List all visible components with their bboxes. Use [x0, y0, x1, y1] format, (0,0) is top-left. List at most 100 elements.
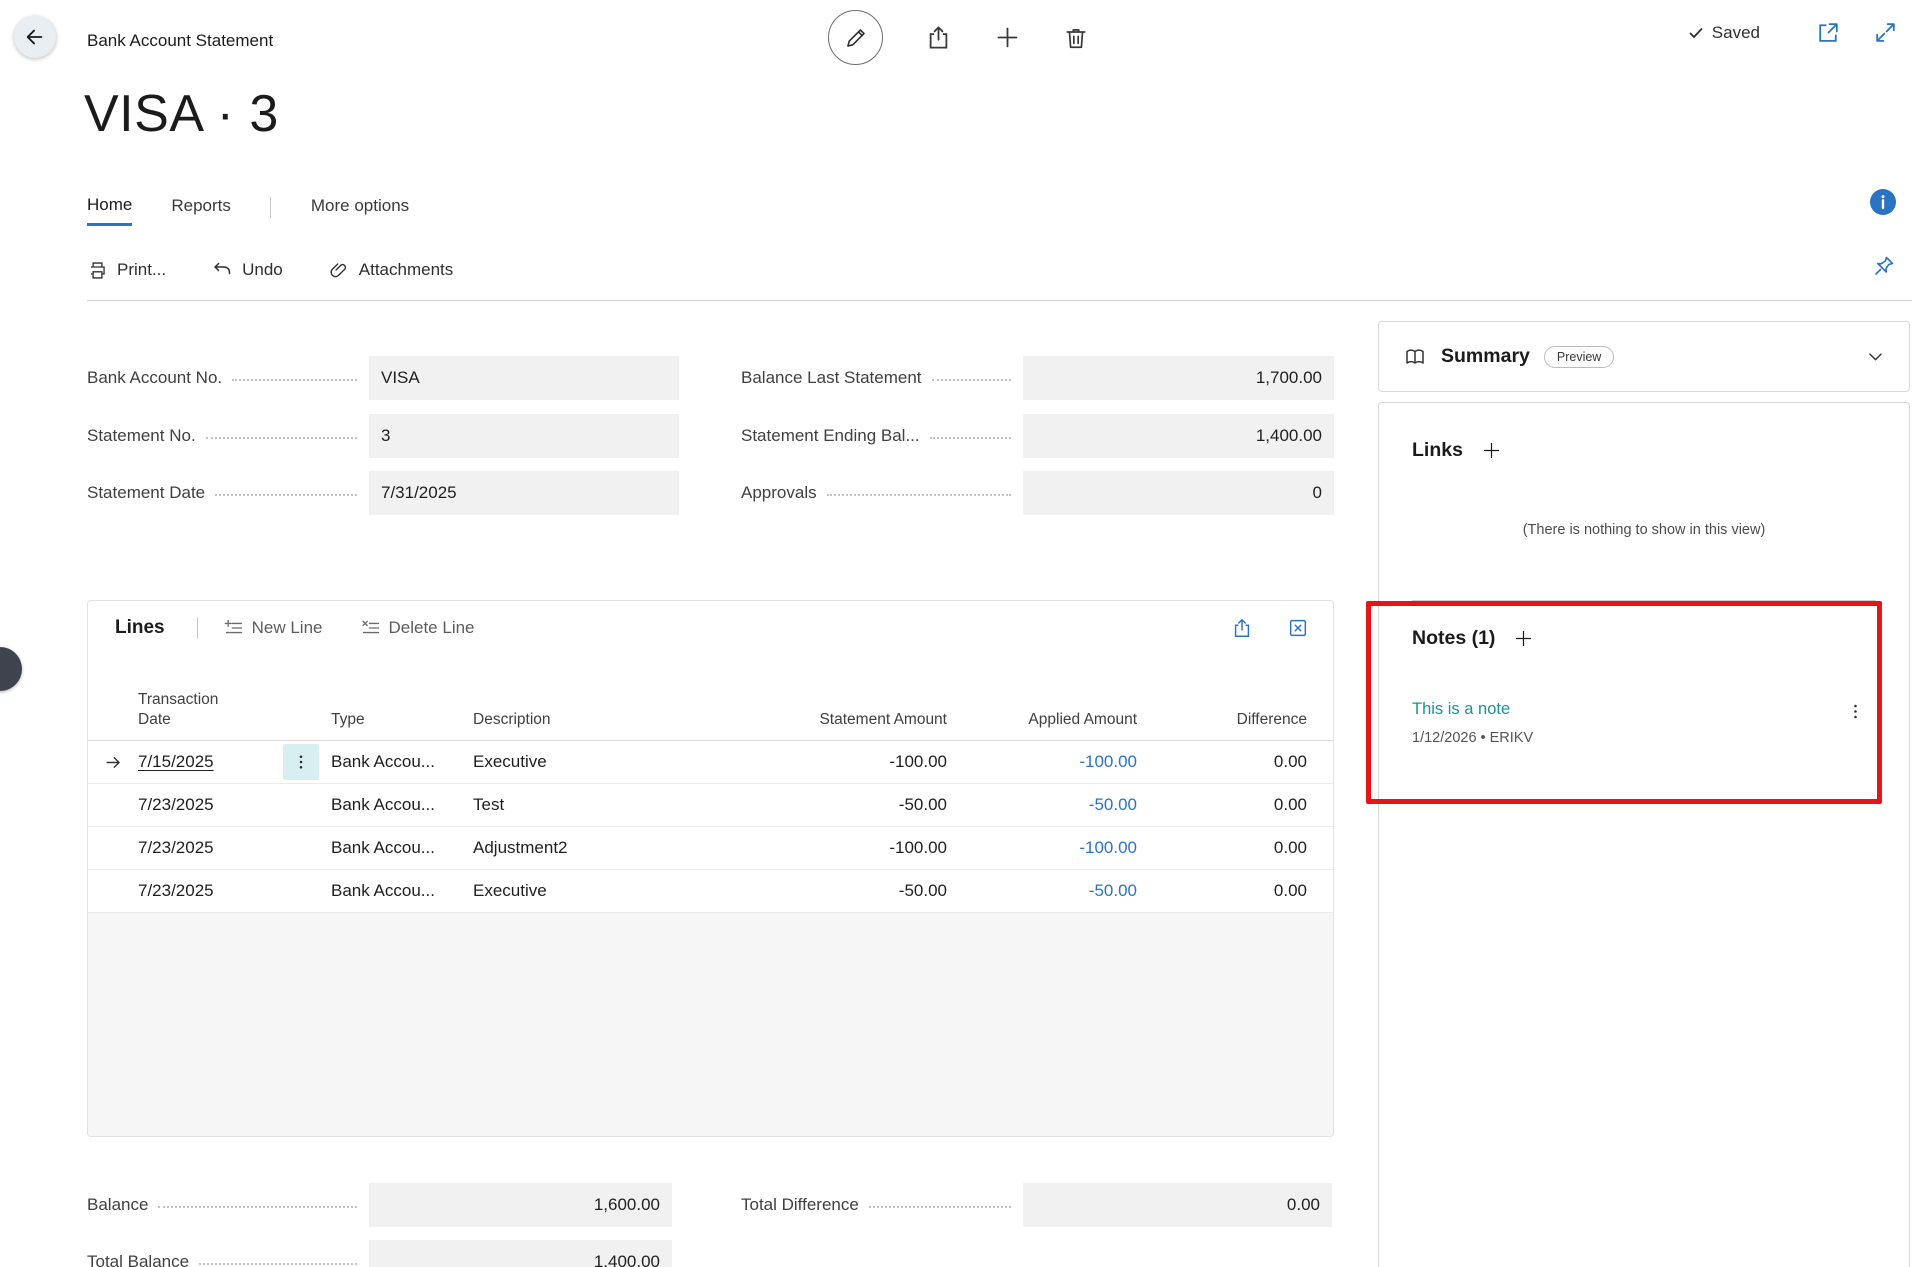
- column-statement-amount[interactable]: Statement Amount: [677, 710, 947, 730]
- transaction-date-cell[interactable]: 7/23/2025: [138, 881, 278, 901]
- save-status: Saved: [1688, 23, 1760, 43]
- description-cell[interactable]: Executive: [471, 752, 677, 772]
- vertical-ellipsis-icon: [1846, 702, 1865, 721]
- transaction-date-cell[interactable]: 7/23/2025: [138, 795, 278, 815]
- column-type[interactable]: Type: [323, 710, 471, 730]
- attachments-button[interactable]: Attachments: [329, 260, 454, 281]
- applied-amount-cell[interactable]: -50.00: [947, 881, 1137, 901]
- undo-button[interactable]: Undo: [212, 260, 283, 281]
- field-total-difference: Total Difference 0.00: [741, 1183, 1332, 1227]
- printer-icon: [87, 260, 108, 281]
- description-cell[interactable]: Test: [471, 795, 677, 815]
- description-cell[interactable]: Adjustment2: [471, 838, 677, 858]
- breadcrumb: Bank Account Statement: [87, 31, 274, 50]
- bank-account-no-input[interactable]: VISA: [369, 356, 679, 400]
- table-row[interactable]: 7/23/2025 Bank Accou... Executive -50.00…: [88, 870, 1333, 913]
- column-description[interactable]: Description: [471, 710, 677, 730]
- popout-icon: [1816, 20, 1841, 45]
- statement-date-input[interactable]: 7/31/2025: [369, 471, 679, 515]
- transaction-date-cell[interactable]: 7/15/2025: [138, 752, 278, 772]
- applied-amount-cell[interactable]: -100.00: [947, 752, 1137, 772]
- difference-cell[interactable]: 0.00: [1137, 752, 1307, 772]
- print-button[interactable]: Print...: [87, 260, 166, 281]
- new-line-icon: [224, 618, 244, 638]
- edit-button[interactable]: [828, 10, 883, 65]
- statement-amount-cell[interactable]: -50.00: [677, 881, 947, 901]
- add-link-button[interactable]: [1481, 440, 1502, 461]
- table-row[interactable]: 7/23/2025 Bank Accou... Adjustment2 -100…: [88, 827, 1333, 870]
- balance-last-statement-input[interactable]: 1,700.00: [1023, 356, 1334, 400]
- new-button[interactable]: [994, 24, 1021, 51]
- column-difference[interactable]: Difference: [1137, 710, 1307, 730]
- field-balance-last-statement: Balance Last Statement 1,700.00: [741, 356, 1334, 400]
- share-button[interactable]: [925, 24, 952, 51]
- description-cell[interactable]: Executive: [471, 881, 677, 901]
- open-in-excel-button[interactable]: [1287, 617, 1309, 639]
- checkmark-icon: [1688, 25, 1704, 41]
- open-in-excel-icon: [1287, 617, 1309, 639]
- column-transaction-date[interactable]: Transaction Date: [138, 690, 238, 730]
- field-approvals: Approvals 0: [741, 471, 1334, 515]
- delete-button[interactable]: [1063, 25, 1089, 51]
- table-row[interactable]: 7/15/2025 Bank Accou... Executive -100.0…: [88, 741, 1333, 784]
- new-line-button[interactable]: New Line: [224, 618, 323, 638]
- field-label: Balance: [87, 1195, 149, 1214]
- type-cell[interactable]: Bank Accou...: [323, 838, 471, 858]
- tab-home[interactable]: Home: [87, 189, 133, 226]
- action-bar-divider: [87, 300, 1912, 301]
- delete-line-label: Delete Line: [388, 618, 475, 637]
- attachments-label: Attachments: [358, 260, 454, 279]
- total-difference-value: 0.00: [1023, 1183, 1332, 1227]
- field-label: Approvals: [741, 483, 817, 502]
- applied-amount-cell[interactable]: -100.00: [947, 838, 1137, 858]
- plus-icon: [994, 24, 1021, 51]
- difference-cell[interactable]: 0.00: [1137, 838, 1307, 858]
- column-statement-amount-label: Statement Amount: [819, 710, 947, 728]
- open-in-new-window-button[interactable]: [1816, 20, 1841, 45]
- approvals-value[interactable]: 0: [1023, 471, 1334, 515]
- summary-icon: [1403, 345, 1427, 369]
- note-body: This is a note 1/12/2026 • ERIKV: [1412, 700, 1533, 746]
- delete-line-button[interactable]: Delete Line: [361, 618, 475, 638]
- factbox-pane: Links (There is nothing to show in this …: [1378, 402, 1910, 1267]
- back-button[interactable]: [14, 16, 56, 58]
- field-label: Statement Date: [87, 483, 206, 502]
- column-applied-amount[interactable]: Applied Amount: [947, 710, 1137, 730]
- undo-icon: [212, 260, 233, 281]
- difference-cell[interactable]: 0.00: [1137, 795, 1307, 815]
- statement-ending-balance-input[interactable]: 1,400.00: [1023, 414, 1334, 458]
- links-section-header: Links: [1412, 439, 1876, 462]
- difference-cell[interactable]: 0.00: [1137, 881, 1307, 901]
- statement-amount-cell[interactable]: -100.00: [677, 752, 947, 772]
- field-label: Bank Account No.: [87, 368, 223, 387]
- expand-page-button[interactable]: [1873, 20, 1898, 45]
- type-cell[interactable]: Bank Accou...: [323, 752, 471, 772]
- row-options-button[interactable]: [282, 744, 319, 780]
- dot-leader: [158, 1206, 357, 1208]
- info-button[interactable]: [1870, 189, 1896, 215]
- applied-amount-cell[interactable]: -50.00: [947, 795, 1137, 815]
- pencil-icon: [844, 26, 868, 50]
- statement-no-input[interactable]: 3: [369, 414, 679, 458]
- summary-expand-button[interactable]: [1866, 347, 1885, 366]
- transaction-date-cell[interactable]: 7/23/2025: [138, 838, 278, 858]
- tab-more-options[interactable]: More options: [311, 190, 409, 224]
- dot-leader: [199, 1263, 357, 1265]
- note-options-button[interactable]: [1846, 702, 1865, 721]
- type-cell[interactable]: Bank Accou...: [323, 795, 471, 815]
- tab-reports[interactable]: Reports: [171, 190, 231, 224]
- expand-icon: [1873, 20, 1898, 45]
- note-link[interactable]: This is a note: [1412, 700, 1510, 719]
- page-toolbar: [828, 10, 1089, 65]
- add-note-button[interactable]: [1513, 628, 1534, 649]
- left-edge-handle[interactable]: [0, 647, 22, 691]
- save-status-label: Saved: [1711, 22, 1760, 42]
- statement-amount-cell[interactable]: -50.00: [677, 795, 947, 815]
- summary-title: Summary: [1441, 345, 1530, 367]
- preview-badge: Preview: [1543, 345, 1615, 368]
- statement-amount-cell[interactable]: -100.00: [677, 838, 947, 858]
- pin-button[interactable]: [1872, 254, 1896, 278]
- table-row[interactable]: 7/23/2025 Bank Accou... Test -50.00 -50.…: [88, 784, 1333, 827]
- type-cell[interactable]: Bank Accou...: [323, 881, 471, 901]
- share-lines-button[interactable]: [1231, 617, 1253, 639]
